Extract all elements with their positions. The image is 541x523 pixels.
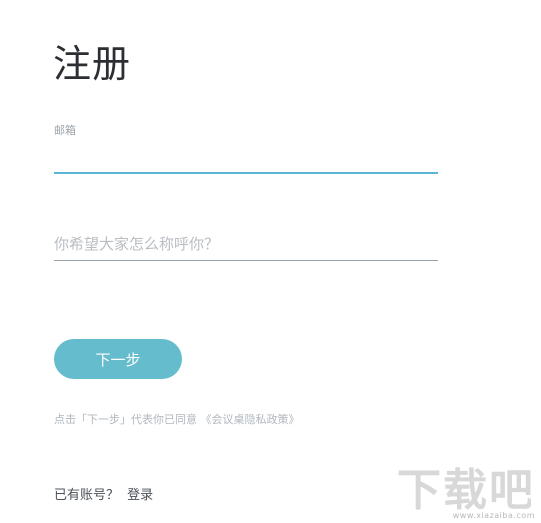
- next-button[interactable]: 下一步: [54, 339, 182, 379]
- watermark-url: www.xiazaiba.com: [452, 511, 535, 520]
- page-title: 注册: [53, 42, 132, 86]
- login-link[interactable]: 登录: [127, 488, 153, 503]
- email-label: 邮箱: [54, 124, 76, 137]
- login-row: 已有账号？ 登录: [54, 487, 153, 505]
- email-field[interactable]: [54, 144, 438, 174]
- login-prompt: 已有账号？: [54, 488, 120, 503]
- privacy-policy-link[interactable]: 《会议桌隐私政策》: [201, 413, 300, 426]
- name-field[interactable]: [54, 228, 438, 261]
- agreement-text: 点击「下一步」代表你已同意 《会议桌隐私政策》: [54, 413, 300, 427]
- watermark-logo-icon: 下载吧: [397, 465, 531, 516]
- watermark-logo-text: 下载吧: [397, 465, 531, 516]
- watermark-logo: 下载吧: [395, 459, 531, 519]
- agreement-prefix: 点击「下一步」代表你已同意: [54, 413, 197, 426]
